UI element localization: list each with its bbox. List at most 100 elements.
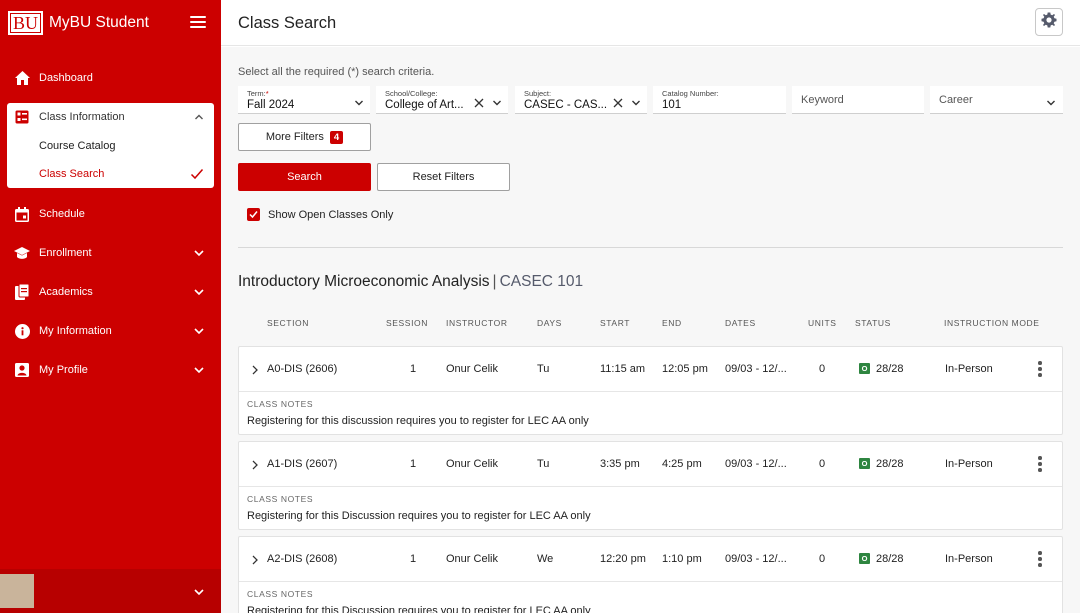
menu-icon[interactable] bbox=[190, 16, 206, 28]
end-cell: 12:05 pm bbox=[662, 363, 708, 375]
title-separator: | bbox=[492, 273, 497, 290]
chevron-up-icon bbox=[194, 112, 204, 122]
mode-cell: In-Person bbox=[945, 363, 993, 375]
mode-cell: In-Person bbox=[945, 553, 993, 565]
subject-label: Subject: bbox=[524, 89, 552, 98]
clear-icon[interactable] bbox=[613, 95, 623, 108]
catalog-number-label: Catalog Number: bbox=[662, 89, 719, 98]
more-options-icon[interactable] bbox=[1037, 456, 1043, 474]
sidebar-item-class-search[interactable]: Class Search bbox=[7, 160, 214, 188]
sidebar-item-label: Course Catalog bbox=[39, 140, 116, 152]
sidebar-group-class-information: Class Information Course Catalog Class S… bbox=[7, 103, 214, 188]
sidebar-item-my-profile[interactable]: My Profile bbox=[0, 355, 221, 385]
open-status-icon: O bbox=[859, 458, 870, 469]
course-heading: Introductory Microeconomic Analysis | CASE… bbox=[238, 273, 583, 291]
sidebar-item-enrollment[interactable]: Enrollment bbox=[0, 238, 221, 268]
subject-select[interactable]: Subject: CASEC - CAS... bbox=[515, 86, 647, 114]
column-header-start: START bbox=[600, 318, 631, 328]
sidebar-item-label: My Profile bbox=[39, 364, 88, 376]
app-title: MyBU Student bbox=[49, 14, 149, 31]
chevron-down-icon bbox=[193, 585, 205, 597]
column-header-end: END bbox=[662, 318, 682, 328]
section-cell: A0-DIS (2606) bbox=[267, 363, 338, 375]
session-cell: 1 bbox=[410, 458, 417, 470]
reset-filters-button[interactable]: Reset Filters bbox=[377, 163, 510, 191]
catalog-number-field[interactable]: Catalog Number: 101 bbox=[653, 86, 786, 114]
column-header-days: DAYS bbox=[537, 318, 562, 328]
term-value: Fall 2024 bbox=[247, 99, 295, 111]
sidebar-item-schedule[interactable]: Schedule bbox=[0, 199, 221, 229]
chevron-right-icon[interactable] bbox=[250, 363, 260, 375]
catalog-number-value: 101 bbox=[662, 99, 682, 111]
main-content: Select all the required (*) search crite… bbox=[221, 47, 1080, 613]
section-card: A1-DIS (2607) 1 Onur Celik Tu 3:35 pm 4:… bbox=[238, 441, 1063, 530]
class-notes-label: CLASS NOTES bbox=[247, 399, 314, 409]
class-notes-label: CLASS NOTES bbox=[247, 494, 314, 504]
sidebar-item-my-information[interactable]: My Information bbox=[0, 316, 221, 346]
more-filters-label: More Filters bbox=[265, 131, 324, 143]
chevron-down-icon bbox=[193, 286, 205, 298]
sidebar-item-class-information[interactable]: Class Information bbox=[7, 103, 214, 131]
checkmark-icon bbox=[190, 167, 204, 181]
clear-icon[interactable] bbox=[474, 95, 484, 108]
session-cell: 1 bbox=[410, 553, 417, 565]
class-info-icon bbox=[15, 110, 29, 124]
table-row[interactable]: A0-DIS (2606) 1 Onur Celik Tu 11:15 am 1… bbox=[239, 347, 1062, 392]
brand[interactable]: BU MyBU Student bbox=[8, 10, 149, 36]
graduation-cap-icon bbox=[14, 245, 30, 261]
chevron-down-icon bbox=[1046, 95, 1056, 106]
table-row[interactable]: A2-DIS (2608) 1 Onur Celik We 12:20 pm 1… bbox=[239, 537, 1062, 582]
open-status-icon: O bbox=[859, 553, 870, 564]
chevron-right-icon[interactable] bbox=[250, 553, 260, 565]
term-select[interactable]: Term:* Fall 2024 bbox=[238, 86, 370, 114]
sidebar-item-label: Schedule bbox=[39, 208, 85, 220]
chevron-down-icon bbox=[631, 95, 641, 106]
sidebar-item-dashboard[interactable]: Dashboard bbox=[0, 63, 221, 93]
filter-count-badge: 4 bbox=[329, 130, 344, 144]
career-select[interactable]: Career bbox=[930, 86, 1063, 114]
settings-button[interactable] bbox=[1035, 8, 1063, 36]
column-header-instruction-mode: INSTRUCTION MODE bbox=[944, 318, 1040, 328]
sidebar-item-label: Class Search bbox=[39, 168, 105, 180]
days-cell: Tu bbox=[537, 363, 550, 375]
sidebar-item-course-catalog[interactable]: Course Catalog bbox=[7, 132, 214, 160]
school-college-select[interactable]: School/College: College of Art... bbox=[376, 86, 508, 114]
dates-cell: 09/03 - 12/... bbox=[725, 363, 787, 375]
sidebar-item-label: Enrollment bbox=[39, 247, 92, 259]
section-card: A2-DIS (2608) 1 Onur Celik We 12:20 pm 1… bbox=[238, 536, 1063, 613]
profile-icon bbox=[14, 362, 30, 378]
class-notes-text: Registering for this discussion requires… bbox=[247, 415, 589, 427]
column-header-units: UNITS bbox=[808, 318, 837, 328]
mode-cell: In-Person bbox=[945, 458, 993, 470]
sidebar-item-academics[interactable]: Academics bbox=[0, 277, 221, 307]
more-options-icon[interactable] bbox=[1037, 361, 1043, 379]
instructor-cell: Onur Celik bbox=[446, 553, 498, 565]
chevron-down-icon bbox=[354, 95, 364, 106]
table-row[interactable]: A1-DIS (2607) 1 Onur Celik Tu 3:35 pm 4:… bbox=[239, 442, 1062, 487]
chevron-down-icon bbox=[193, 325, 205, 337]
subject-value: CASEC - CAS... bbox=[524, 99, 608, 111]
days-cell: Tu bbox=[537, 458, 550, 470]
units-cell: 0 bbox=[819, 553, 826, 565]
calendar-icon bbox=[14, 206, 30, 222]
more-filters-button[interactable]: More Filters 4 bbox=[238, 123, 371, 151]
term-label: Term: bbox=[247, 89, 266, 98]
course-code: CASEC 101 bbox=[499, 273, 584, 290]
sidebar-item-label: My Information bbox=[39, 325, 112, 337]
keyword-input[interactable]: Keyword bbox=[792, 86, 924, 114]
status-count: 28/28 bbox=[876, 363, 904, 375]
session-cell: 1 bbox=[410, 363, 417, 375]
start-cell: 12:20 pm bbox=[600, 553, 646, 565]
search-button[interactable]: Search bbox=[238, 163, 371, 191]
more-options-icon[interactable] bbox=[1037, 551, 1043, 569]
open-classes-label: Show Open Classes Only bbox=[268, 209, 394, 221]
top-bar: Class Search bbox=[221, 0, 1080, 46]
sidebar-item-label: Academics bbox=[39, 286, 93, 298]
column-header-dates: DATES bbox=[725, 318, 756, 328]
chevron-right-icon[interactable] bbox=[250, 458, 260, 470]
section-card: A0-DIS (2606) 1 Onur Celik Tu 11:15 am 1… bbox=[238, 346, 1063, 435]
section-cell: A2-DIS (2608) bbox=[267, 553, 338, 565]
open-classes-checkbox[interactable] bbox=[247, 208, 260, 221]
divider bbox=[238, 247, 1063, 248]
user-menu[interactable] bbox=[0, 569, 221, 613]
